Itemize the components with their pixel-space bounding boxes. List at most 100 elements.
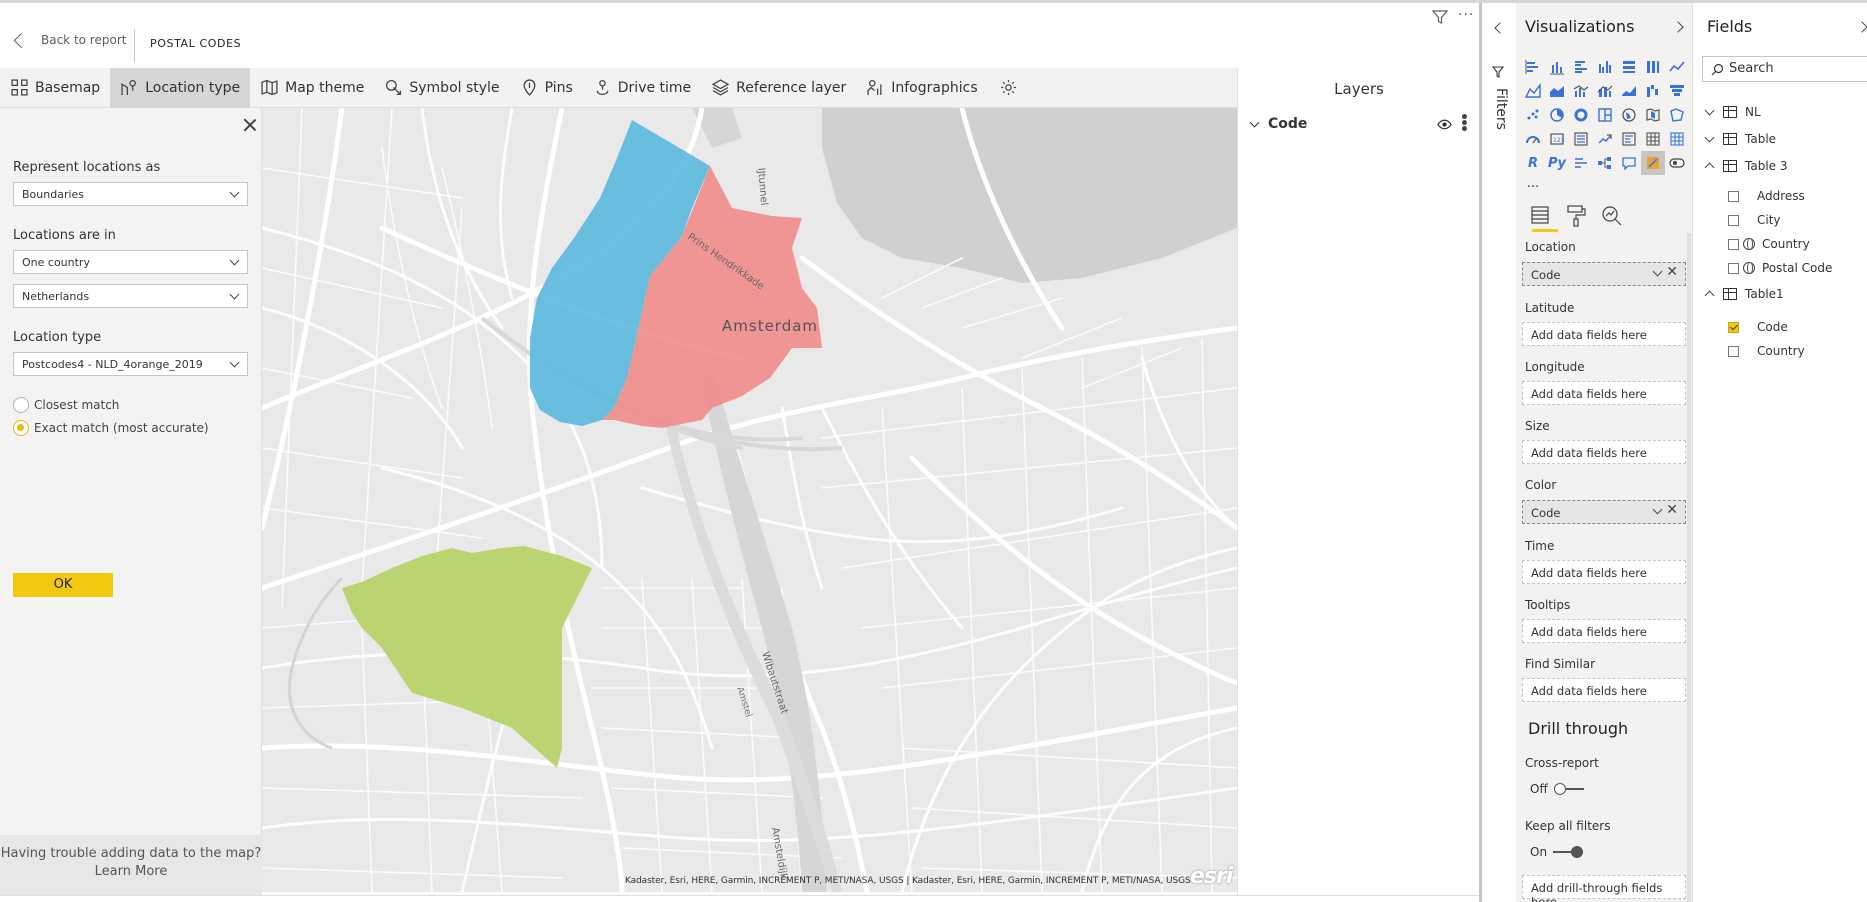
well-location[interactable]: Code ✕ [1522,262,1686,286]
python-visual-icon[interactable]: Py [1545,151,1569,175]
closest-match-radio[interactable]: Closest match [13,397,119,413]
checkbox[interactable] [1728,190,1739,202]
country-dropdown[interactable]: Netherlands [13,284,248,308]
remove-field-icon[interactable]: ✕ [1666,502,1678,518]
location-type-button[interactable]: Location type [110,67,251,108]
table-nl[interactable]: NL [1704,105,1761,119]
filter-icon[interactable] [1432,9,1448,25]
settings-button[interactable] [988,68,1029,108]
table-table-3[interactable]: Table 3 [1704,159,1787,173]
well-find-similar[interactable]: Add data fields here [1522,678,1686,702]
reference-layer-button[interactable]: Reference layer [701,68,856,108]
checkbox[interactable] [1728,238,1739,250]
map-canvas[interactable]: Amsterdam Prins Hendrikkade IJtunnel Wib… [262,108,1237,892]
field-country[interactable]: Country [1728,237,1810,251]
scrollbar[interactable] [1687,233,1691,902]
field-address[interactable]: Address [1728,189,1805,203]
eye-icon[interactable] [1437,117,1452,132]
infographics-button[interactable]: Infographics [856,68,987,108]
well-latitude[interactable]: Add data fields here [1522,322,1686,346]
stacked-area-chart-icon[interactable] [1545,79,1569,103]
more-options-icon[interactable]: ··· [1458,7,1474,23]
more-vertical-icon[interactable]: • • • [1460,111,1469,137]
globe-map-icon[interactable] [1617,103,1641,127]
more-visuals-icon[interactable]: ··· [1521,175,1545,199]
chevron-down-icon[interactable] [1652,504,1663,515]
area-chart-icon[interactable] [1521,79,1545,103]
pins-button[interactable]: Pins [510,68,583,108]
field-city[interactable]: City [1728,213,1781,227]
checkbox-checked[interactable] [1728,321,1739,333]
goals-icon[interactable] [1665,151,1689,175]
symbol-style-button[interactable]: Symbol style [374,68,509,108]
stacked-column-chart-icon[interactable] [1545,55,1569,79]
cross-report-toggle[interactable]: Off [1530,782,1584,796]
decomposition-tree-icon[interactable] [1593,151,1617,175]
back-to-report-button[interactable]: Back to report [12,32,126,48]
scatter-chart-icon[interactable] [1521,103,1545,127]
map-theme-button[interactable]: Map theme [250,68,374,108]
slicer-icon[interactable] [1617,127,1641,151]
chevron-down-icon[interactable] [1652,266,1663,277]
table-icon[interactable] [1641,127,1665,151]
ribbon-chart-icon[interactable] [1617,79,1641,103]
well-time[interactable]: Add data fields here [1522,560,1686,584]
checkbox[interactable] [1728,345,1739,357]
filters-pane-collapsed[interactable] [1482,3,1516,902]
qna-icon[interactable] [1617,151,1641,175]
well-drill-through[interactable]: Add drill-through fields here [1522,875,1686,902]
exact-match-radio[interactable]: Exact match (most accurate) [13,420,209,436]
field-code[interactable]: Code [1728,320,1788,334]
shape-map-icon[interactable] [1665,103,1689,127]
table-table[interactable]: Table [1704,132,1776,146]
kpi-icon[interactable] [1593,127,1617,151]
close-icon[interactable] [243,118,257,132]
matrix-icon[interactable] [1665,127,1689,151]
key-influencers-icon[interactable] [1569,151,1593,175]
fields-search-input[interactable]: Search [1702,56,1867,82]
stacked-bar-chart-icon[interactable] [1521,55,1545,79]
multi-row-card-icon[interactable] [1569,127,1593,151]
clustered-bar-chart-icon[interactable] [1569,55,1593,79]
chevron-right-icon[interactable] [1672,21,1684,33]
well-color[interactable]: Code ✕ [1522,500,1686,524]
format-paint-roller-icon[interactable] [1561,201,1591,231]
checkbox[interactable] [1728,262,1739,274]
drive-time-button[interactable]: Drive time [583,68,701,108]
ok-button[interactable]: OK [13,573,113,597]
treemap-icon[interactable] [1593,103,1617,127]
table-table1[interactable]: Table1 [1704,287,1784,301]
keep-filters-toggle[interactable]: On [1530,845,1584,859]
donut-chart-icon[interactable] [1569,103,1593,127]
location-type-dropdown[interactable]: Postcodes4 - NLD_4orange_2019 [13,352,248,376]
r-visual-icon[interactable]: R [1521,151,1545,175]
pie-chart-icon[interactable] [1545,103,1569,127]
chevron-right-icon[interactable] [1856,21,1867,33]
layer-item-code[interactable]: Code • • • [1248,111,1470,137]
learn-more-link[interactable]: Learn More [0,863,262,881]
clustered-column-chart-icon[interactable] [1593,55,1617,79]
waterfall-chart-icon[interactable] [1641,79,1665,103]
checkbox[interactable] [1728,214,1739,226]
locations-in-dropdown[interactable]: One country [13,250,248,274]
analytics-magnifier-icon[interactable] [1597,201,1627,231]
well-longitude[interactable]: Add data fields here [1522,381,1686,405]
arcgis-map-icon[interactable] [1641,151,1665,175]
100-bar-chart-icon[interactable] [1617,55,1641,79]
filled-map-icon[interactable] [1641,103,1665,127]
basemap-button[interactable]: Basemap [0,68,110,108]
line-clustered-column-icon[interactable] [1569,79,1593,103]
fields-tab-icon[interactable] [1525,201,1555,231]
chevron-left-icon[interactable] [1494,22,1506,34]
line-chart-icon[interactable] [1665,55,1689,79]
gauge-icon[interactable] [1521,127,1545,151]
field-postal-code[interactable]: Postal Code [1728,261,1832,275]
funnel-chart-icon[interactable] [1665,79,1689,103]
filters-label[interactable]: Filters [1493,88,1509,130]
remove-field-icon[interactable]: ✕ [1666,264,1678,280]
represent-dropdown[interactable]: Boundaries [13,182,248,206]
line-stacked-column-icon[interactable] [1593,79,1617,103]
well-size[interactable]: Add data fields here [1522,440,1686,464]
card-icon[interactable]: 123 [1545,127,1569,151]
field-country[interactable]: Country [1728,344,1805,358]
